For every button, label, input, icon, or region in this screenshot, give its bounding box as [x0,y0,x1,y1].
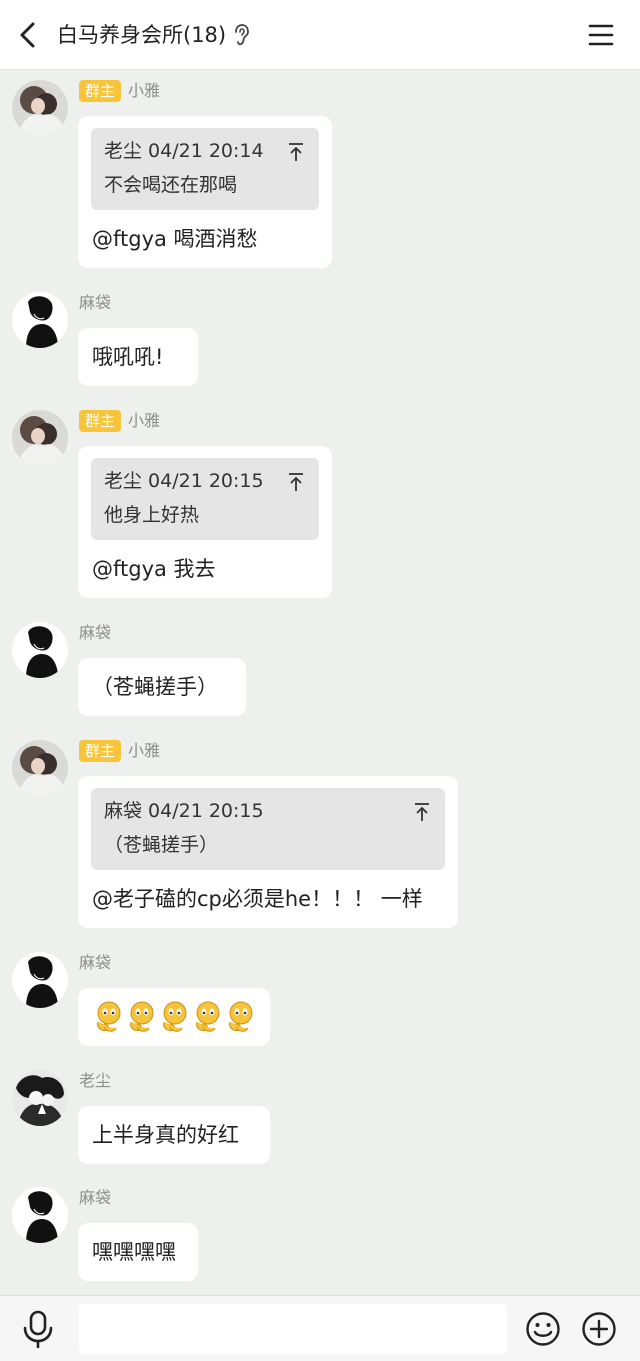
message-text: 上半身真的好红 [92,1123,239,1147]
group-owner-badge: 群主 [79,80,122,102]
sender-name[interactable]: 老尘 [79,1070,111,1092]
input-bar [0,1295,640,1361]
fly-rubbing-hands-emoji [196,1001,220,1032]
message-bubble[interactable] [78,988,270,1046]
message-input[interactable] [79,1304,507,1354]
group-owner-badge: 群主 [79,410,122,432]
fly-rubbing-hands-emoji [130,1001,154,1032]
quoted-message[interactable]: 老尘 04/21 20:15 他身上好热 [91,458,319,540]
sender-name[interactable]: 小雅 [128,410,160,432]
avatar[interactable] [12,410,68,466]
message-bubble[interactable]: （苍蝇搓手） [78,658,246,716]
sender-name[interactable]: 麻袋 [79,622,111,644]
fly-rubbing-hands-emoji [97,1001,121,1032]
avatar[interactable] [12,1187,68,1243]
group-owner-badge: 群主 [79,740,122,762]
back-arrow-icon[interactable] [14,20,42,50]
plus-icon[interactable] [581,1311,617,1347]
message-text: @ftgya 喝酒消愁 [92,227,258,251]
quoted-message-text: （苍蝇搓手） [104,834,219,856]
avatar[interactable] [12,1070,68,1126]
quoted-message-text: 不会喝还在那喝 [104,174,238,196]
avatar[interactable] [12,80,68,136]
fly-rubbing-hands-emoji [229,1001,253,1032]
quoted-message[interactable]: 麻袋 04/21 20:15 （苍蝇搓手） [91,788,445,870]
jump-to-quote-icon[interactable] [413,802,431,822]
quoted-message-meta: 老尘 04/21 20:14 [104,140,264,162]
quoted-message-text: 他身上好热 [104,504,200,526]
sender-name[interactable]: 小雅 [128,740,160,762]
quoted-message-meta: 老尘 04/21 20:15 [104,470,264,492]
avatar[interactable] [12,952,68,1008]
message-text: （苍蝇搓手） [92,675,218,699]
microphone-icon[interactable] [20,1310,56,1348]
menu-icon[interactable] [588,22,614,48]
message-bubble[interactable]: 上半身真的好红 [78,1106,270,1164]
message-bubble[interactable]: 哦吼吼! [78,328,198,386]
sender-name[interactable]: 麻袋 [79,292,111,314]
message-bubble[interactable]: 嘿嘿嘿嘿 [78,1223,198,1281]
message-text: @老子磕的cp必须是he！！！ 一样 [92,887,423,911]
chat-header: 白马养身会所(18) [0,0,640,70]
avatar[interactable] [12,622,68,678]
smiley-icon[interactable] [525,1311,561,1347]
quoted-message-meta: 麻袋 04/21 20:15 [104,800,264,822]
sender-name[interactable]: 麻袋 [79,952,111,974]
quoted-message[interactable]: 老尘 04/21 20:14 不会喝还在那喝 [91,128,319,210]
message-text: @ftgya 我去 [92,557,216,581]
sender-name[interactable]: 麻袋 [79,1187,111,1209]
group-title[interactable]: 白马养身会所(18) [57,20,226,50]
emoji-row [92,1000,255,1034]
jump-to-quote-icon[interactable] [287,142,305,162]
message-bubble[interactable]: 老尘 04/21 20:15 他身上好热 @ftgya 我去 [78,446,332,598]
jump-to-quote-icon[interactable] [287,472,305,492]
fly-rubbing-hands-emoji [163,1001,187,1032]
sender-name[interactable]: 小雅 [128,80,160,102]
avatar[interactable] [12,740,68,796]
message-bubble[interactable]: 老尘 04/21 20:14 不会喝还在那喝 @ftgya 喝酒消愁 [78,116,332,268]
message-text: 嘿嘿嘿嘿 [92,1240,176,1264]
message-text: 哦吼吼! [92,345,164,369]
avatar[interactable] [12,292,68,348]
ear-icon [235,24,249,46]
message-bubble[interactable]: 麻袋 04/21 20:15 （苍蝇搓手） @老子磕的cp必须是he！！！ 一样 [78,776,458,928]
